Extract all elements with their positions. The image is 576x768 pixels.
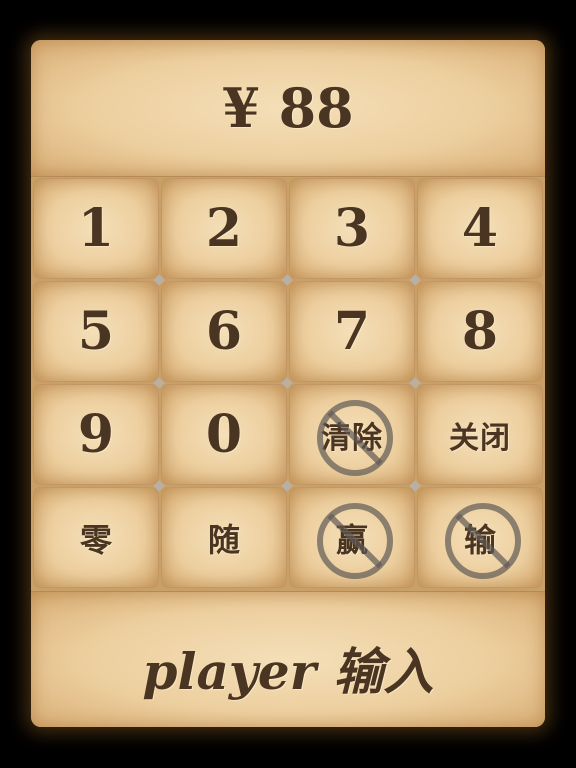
lose-button[interactable]: 输 xyxy=(417,487,543,588)
key-3-label: 3 xyxy=(333,198,371,259)
key-1-button[interactable]: 1 xyxy=(33,178,159,279)
close-label: 关闭 xyxy=(449,420,511,456)
key-3-button[interactable]: 3 xyxy=(289,178,415,279)
key-1-label: 1 xyxy=(77,198,115,259)
zero-label: 零 xyxy=(79,520,112,559)
player-input-button[interactable]: player 输入 xyxy=(31,591,545,727)
key-7-button[interactable]: 7 xyxy=(289,281,415,382)
random-button[interactable]: 随 xyxy=(161,487,287,588)
key-4-label: 4 xyxy=(461,198,499,259)
player-input-label: player 输入 xyxy=(142,642,434,701)
key-0-button[interactable]: 0 xyxy=(161,384,287,485)
clear-label: 清除 xyxy=(321,420,383,456)
key-6-button[interactable]: 6 xyxy=(161,281,287,382)
amount-display-text: ¥ 88 xyxy=(222,76,354,140)
amount-display: ¥ 88 xyxy=(31,40,545,177)
key-6-label: 6 xyxy=(205,301,243,362)
key-4-button[interactable]: 4 xyxy=(417,178,543,279)
key-5-button[interactable]: 5 xyxy=(33,281,159,382)
key-0-label: 0 xyxy=(205,404,243,465)
lose-label: 输 xyxy=(463,520,496,559)
key-8-label: 8 xyxy=(461,301,499,362)
key-2-button[interactable]: 2 xyxy=(161,178,287,279)
key-5-label: 5 xyxy=(77,301,115,362)
key-8-button[interactable]: 8 xyxy=(417,281,543,382)
win-label: 赢 xyxy=(335,520,368,559)
key-2-label: 2 xyxy=(205,198,243,259)
key-7-label: 7 xyxy=(333,301,371,362)
key-9-label: 9 xyxy=(77,404,115,465)
key-9-button[interactable]: 9 xyxy=(33,384,159,485)
clear-button[interactable]: 清除 xyxy=(289,384,415,485)
random-label: 随 xyxy=(207,520,240,559)
zero-button[interactable]: 零 xyxy=(33,487,159,588)
close-button[interactable]: 关闭 xyxy=(417,384,543,485)
number-pad-panel: ¥ 88 1 2 3 4 5 6 7 8 9 0 清除 关闭 零 随 赢 输 p… xyxy=(31,40,545,727)
win-button[interactable]: 赢 xyxy=(289,487,415,588)
